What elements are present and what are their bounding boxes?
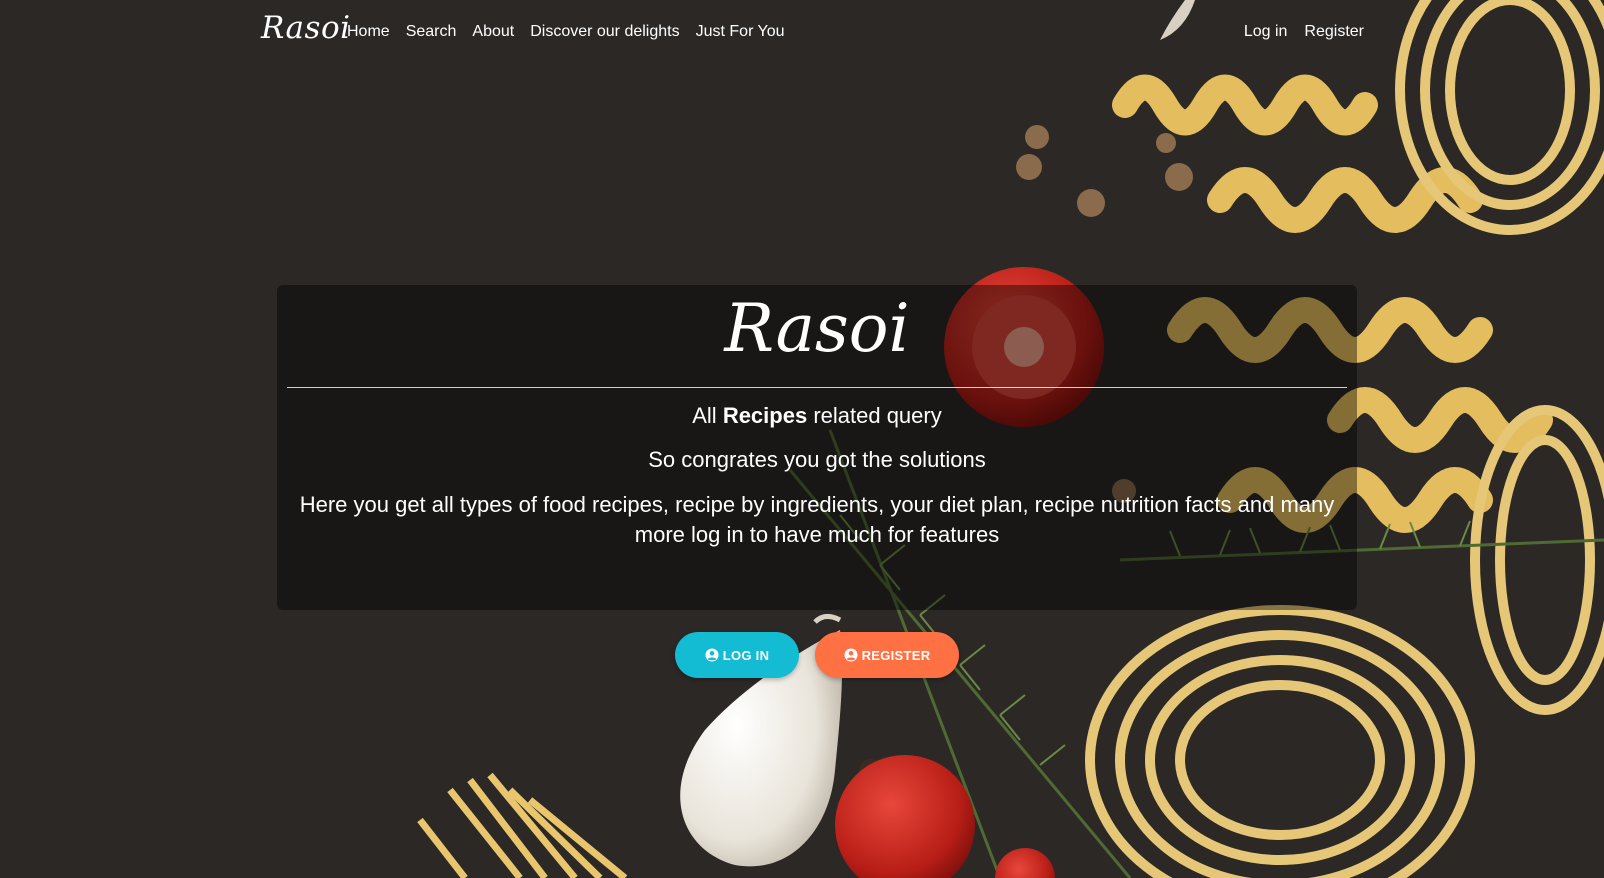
- hero-title: Rasoi: [724, 290, 910, 367]
- nav-link-home[interactable]: Home: [347, 20, 390, 44]
- user-circle-icon: [705, 648, 719, 662]
- hero-tagline-suffix: related query: [807, 403, 942, 428]
- hero-tagline: All Recipes related query: [277, 402, 1357, 430]
- nav-link-discover[interactable]: Discover our delights: [530, 20, 679, 44]
- brand-logo-link[interactable]: Rasoi: [261, 10, 351, 46]
- register-button[interactable]: REGISTER: [815, 632, 959, 678]
- hero-divider: [287, 387, 1347, 388]
- nav-link-about[interactable]: About: [472, 20, 514, 44]
- login-button-label: LOG IN: [722, 647, 770, 663]
- nav-link-search[interactable]: Search: [406, 20, 457, 44]
- nav-links: Home Search About Discover our delights …: [347, 20, 785, 44]
- register-button-label: REGISTER: [861, 647, 931, 663]
- login-button[interactable]: LOG IN: [675, 632, 799, 678]
- nav-link-just-for-you[interactable]: Just For You: [696, 20, 785, 44]
- hero-tagline-bold: Recipes: [722, 403, 808, 428]
- hero-description: Here you get all types of food recipes, …: [299, 492, 1335, 547]
- hero-subtitle: So congrates you got the solutions: [648, 447, 986, 472]
- hero-tagline-prefix: All: [692, 403, 723, 428]
- nav-link-login[interactable]: Log in: [1244, 20, 1288, 44]
- user-circle-icon: [844, 648, 858, 662]
- nav-link-register[interactable]: Register: [1304, 20, 1364, 44]
- hero-card: Rasoi All Recipes related query So congr…: [277, 285, 1357, 610]
- top-navbar: Rasoi Home Search About Discover our del…: [0, 0, 1604, 64]
- nav-auth-links: Log in Register: [1244, 20, 1364, 44]
